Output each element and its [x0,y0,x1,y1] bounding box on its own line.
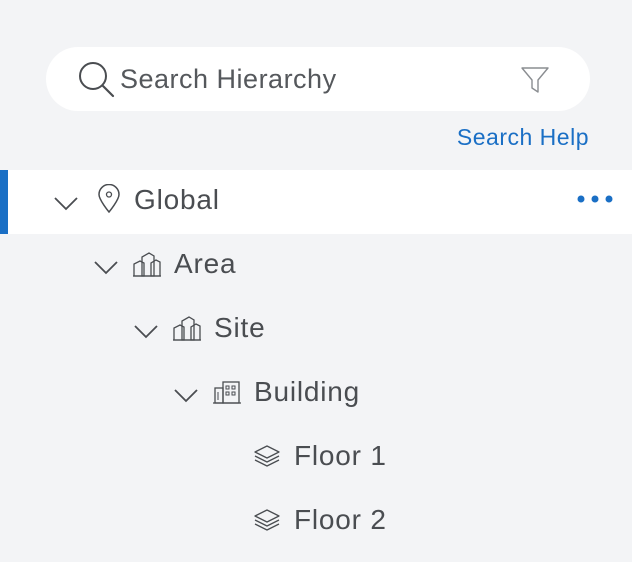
chevron-down-icon[interactable] [93,254,119,280]
search-help-link[interactable]: Search Help [457,124,589,151]
tree-node-site[interactable]: Site [0,298,632,362]
tree-node-label: Site [214,312,266,343]
area-buildings-icon [133,252,161,277]
tree-node-label: Floor 2 [294,504,387,535]
chevron-down-icon[interactable] [53,190,79,216]
hierarchy-tree: Global Area Site Building Floor 1 Floor … [0,170,632,554]
tree-node-label: Global [134,184,220,215]
tree-node-global[interactable]: Global [0,170,632,234]
location-pin-icon [98,184,120,214]
chevron-down-icon[interactable] [133,318,159,344]
more-options-icon[interactable] [576,192,614,206]
building-icon [213,381,241,404]
tree-node-label: Building [254,376,361,407]
search-icon [79,62,115,98]
search-box[interactable] [46,47,590,111]
site-buildings-icon [173,316,201,341]
tree-node-label: Floor 1 [294,440,387,471]
tree-node-label: Area [174,248,237,279]
tree-node-floor-2[interactable]: Floor 2 [0,490,632,554]
tree-node-area[interactable]: Area [0,234,632,298]
search-input[interactable] [120,59,520,99]
filter-icon[interactable] [520,65,550,95]
floor-layers-icon [254,509,280,531]
chevron-down-icon[interactable] [173,382,199,408]
tree-node-building[interactable]: Building [0,362,632,426]
tree-node-floor-1[interactable]: Floor 1 [0,426,632,490]
floor-layers-icon [254,445,280,467]
